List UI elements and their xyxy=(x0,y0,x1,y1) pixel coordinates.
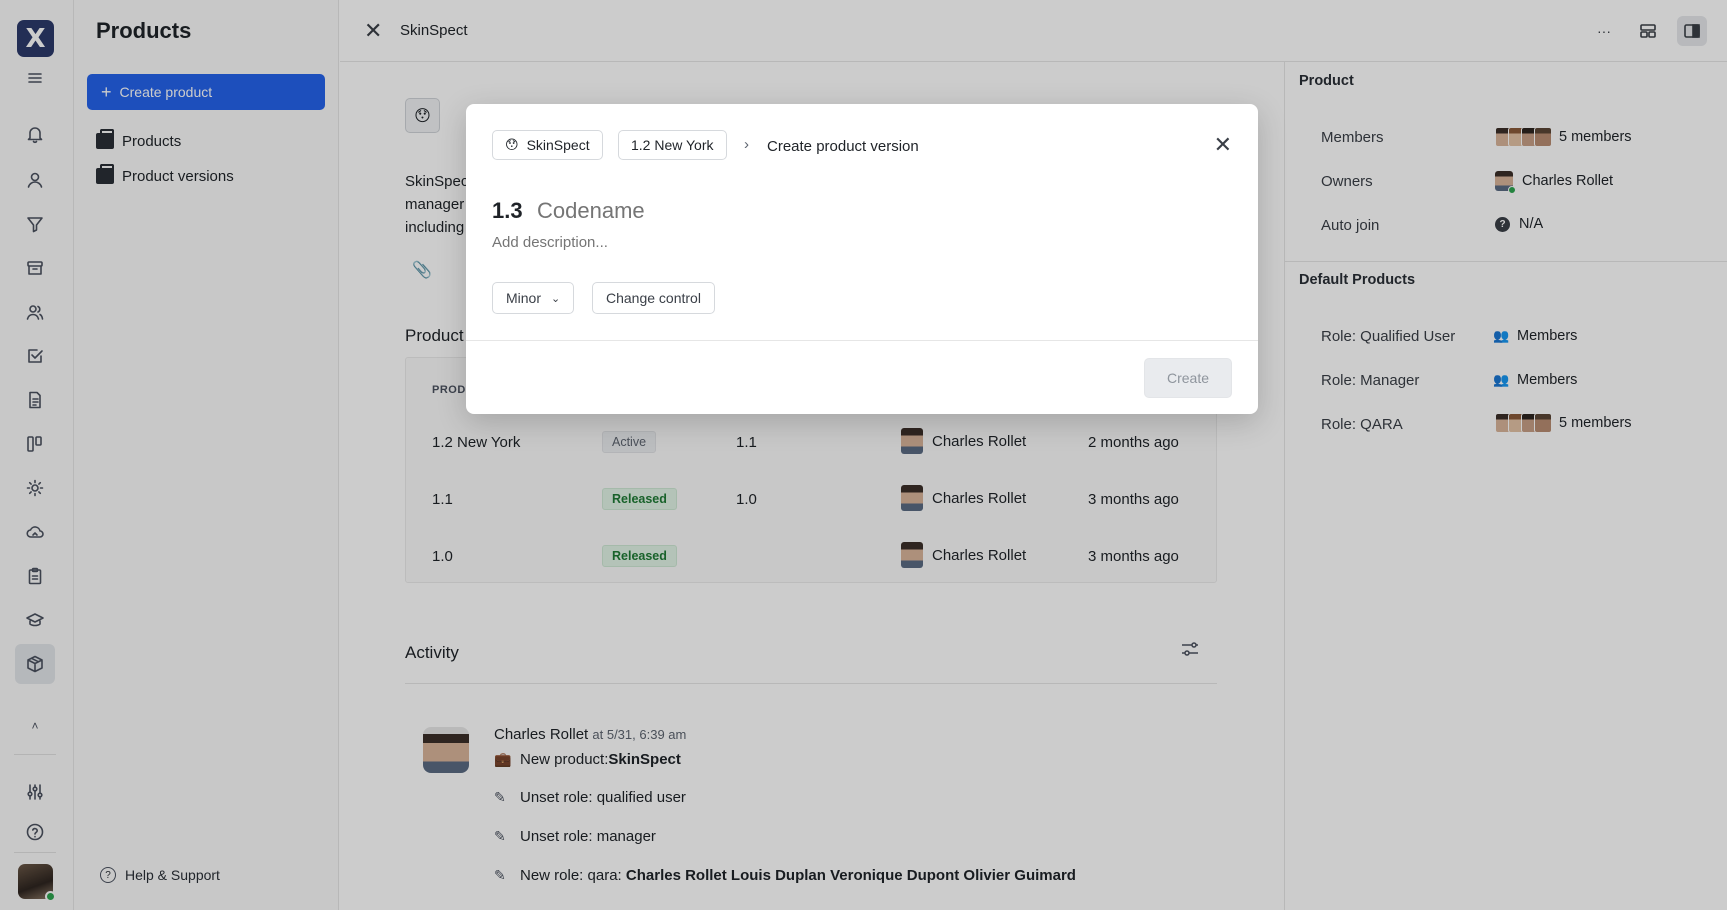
product-chip[interactable]: 😯 SkinSpect xyxy=(492,130,603,160)
chevron-down-icon: ⌄ xyxy=(551,292,561,305)
chevron-right-icon: › xyxy=(744,136,749,153)
create-button[interactable]: Create xyxy=(1144,358,1232,398)
description-input[interactable] xyxy=(492,234,1092,251)
version-chip[interactable]: 1.2 New York xyxy=(618,130,727,160)
product-emoji: 😯 xyxy=(505,137,519,152)
version-type-select[interactable]: Minor ⌄ xyxy=(492,282,575,314)
close-icon[interactable]: ✕ xyxy=(1214,134,1232,156)
dialog-title: Create product version xyxy=(767,138,919,155)
dialog-divider xyxy=(466,340,1258,341)
change-control-button[interactable]: Change control xyxy=(592,282,715,314)
codename-input[interactable] xyxy=(537,198,937,224)
create-product-version-dialog: 😯 SkinSpect 1.2 New York › Create produc… xyxy=(466,104,1258,414)
version-number: 1.3 xyxy=(492,198,523,223)
